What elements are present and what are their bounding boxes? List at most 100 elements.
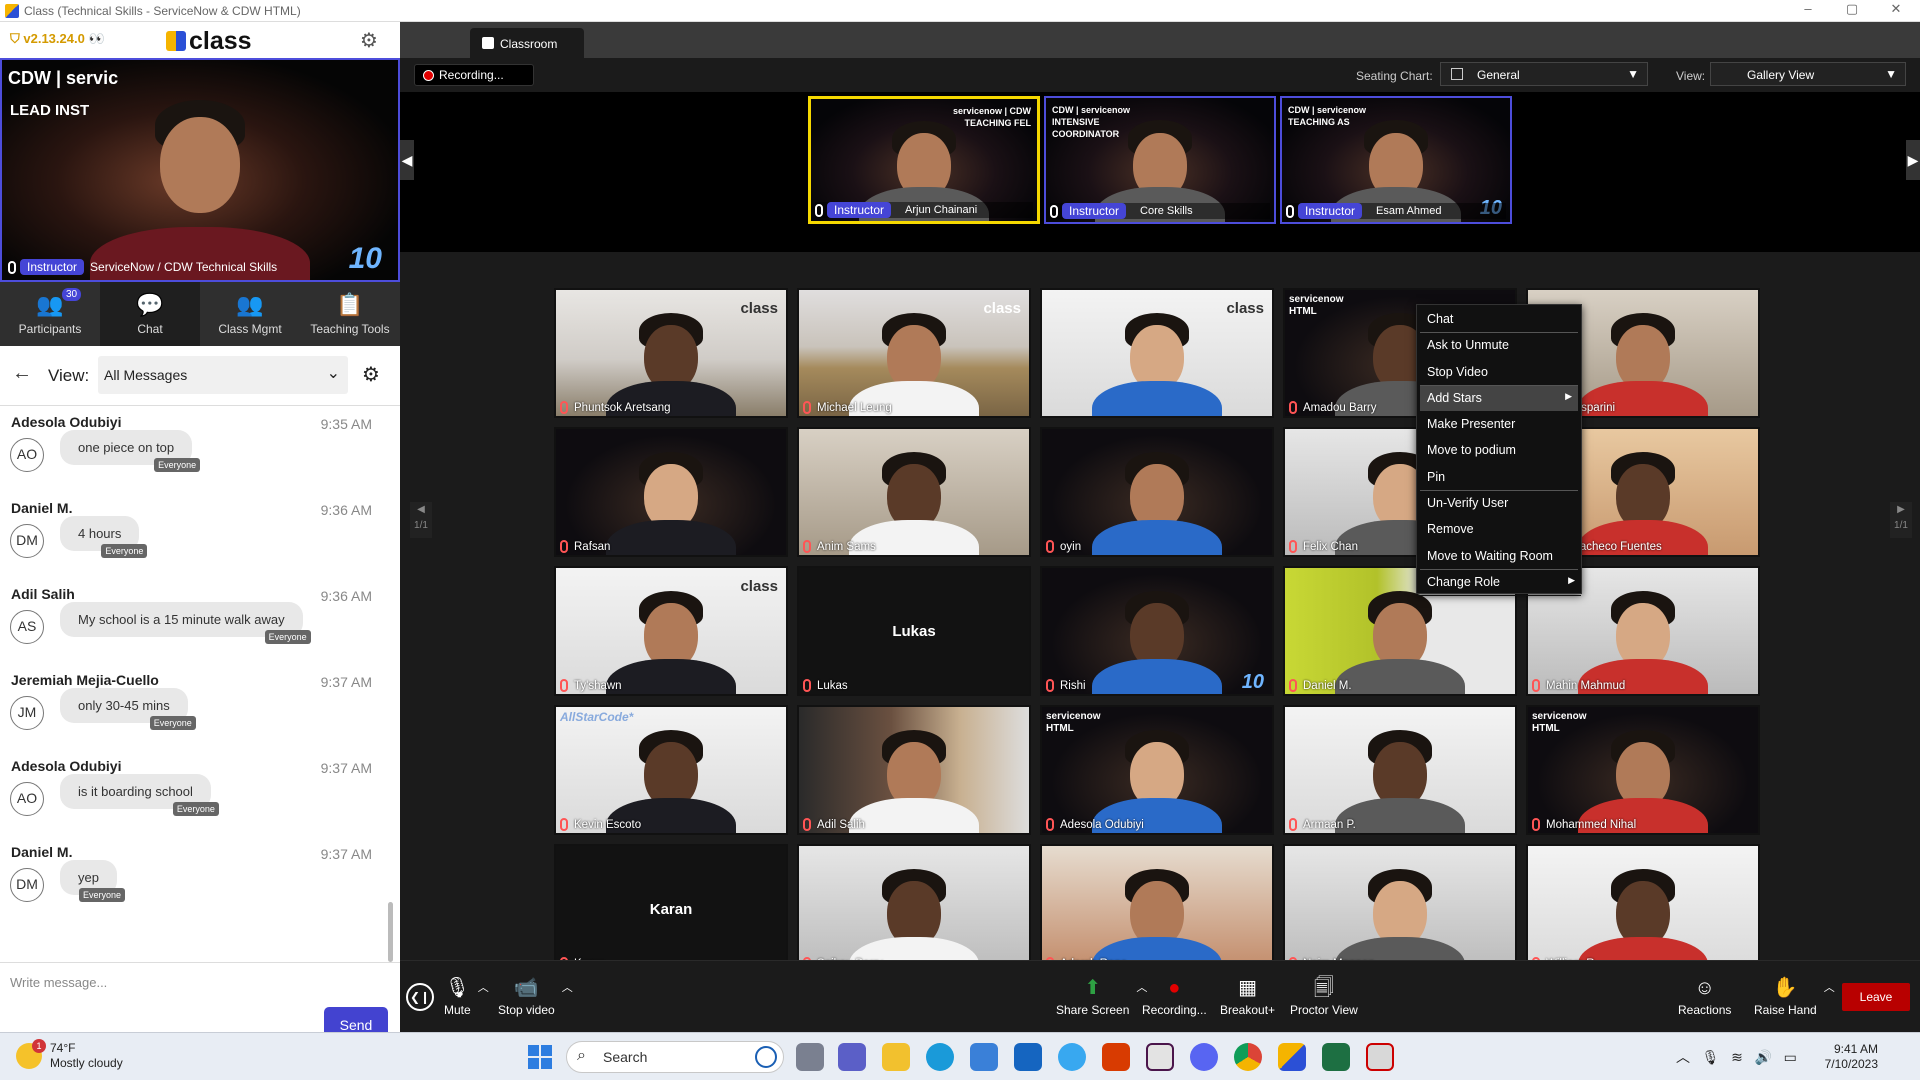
podium-video-tile[interactable]: CDW | servicenow INTENSIVE COORDINATOR In… xyxy=(1044,96,1276,224)
podium-prev-arrow[interactable]: ◀ xyxy=(400,140,414,180)
chevron-up-icon[interactable]: ︿ xyxy=(562,979,573,995)
gallery-prev-page[interactable]: ◀ 1/1 xyxy=(410,502,432,538)
chevron-up-icon[interactable]: ︿ xyxy=(1824,979,1835,995)
excel-icon[interactable] xyxy=(1322,1043,1350,1071)
discord-icon[interactable] xyxy=(1190,1043,1218,1071)
class-app-icon[interactable] xyxy=(1278,1043,1306,1071)
recording-indicator[interactable]: Recording... xyxy=(414,64,534,86)
participant-tile[interactable]: Naim Mannan xyxy=(1283,844,1517,974)
back-arrow-icon[interactable]: ← xyxy=(12,362,32,385)
chevron-up-icon[interactable]: ︿ xyxy=(478,979,489,995)
context-menu-item-un-verify-user[interactable]: Un-Verify User xyxy=(1417,491,1581,518)
participant-tile[interactable]: AllStarCode* Kevin Escoto xyxy=(554,705,788,835)
settings-gear-icon[interactable]: ⚙ xyxy=(360,28,378,53)
context-menu-item-move-to-podium[interactable]: Move to podium xyxy=(1417,438,1581,465)
stop-video-button[interactable]: 📹 Stop video ︿ xyxy=(498,977,573,1017)
participant-tile[interactable]: class Michael Leung xyxy=(797,288,1031,418)
leave-button[interactable]: Leave xyxy=(1842,983,1910,1011)
chat-scrollbar[interactable] xyxy=(388,902,393,962)
file-explorer-icon[interactable] xyxy=(882,1043,910,1071)
task-view-icon[interactable] xyxy=(796,1043,824,1071)
participant-tile[interactable]: oyin xyxy=(1040,427,1274,557)
context-menu-item-stop-video[interactable]: Stop Video xyxy=(1420,360,1578,386)
office-icon[interactable] xyxy=(1102,1043,1130,1071)
context-menu-item-make-presenter[interactable]: Make Presenter xyxy=(1417,412,1581,439)
collapse-panel-icon[interactable]: ❮❙ xyxy=(406,983,434,1011)
system-tray[interactable]: ︿ 🎙 ≋ 🔊 ▭ xyxy=(1676,1047,1797,1067)
share-screen-button[interactable]: ⬆ Share Screen ︿ xyxy=(1056,977,1147,1017)
tab-teaching-tools[interactable]: 📋 Teaching Tools xyxy=(300,282,400,346)
weather-widget[interactable]: 1 74°F Mostly cloudy xyxy=(16,1039,123,1071)
maximize-button[interactable]: ▢ xyxy=(1830,1,1874,21)
context-menu-item-change-role[interactable]: Change Role ▶ xyxy=(1417,570,1581,597)
participant-tile[interactable]: Adil Salih xyxy=(797,705,1031,835)
participant-tile[interactable]: Lukas Lukas xyxy=(797,566,1031,696)
avatar[interactable]: DM xyxy=(10,524,44,558)
close-button[interactable]: ✕ xyxy=(1874,1,1918,21)
windows-start-icon[interactable] xyxy=(528,1045,552,1069)
taskbar-clock[interactable]: 9:41 AM 7/10/2023 xyxy=(1818,1042,1878,1072)
view-mode-select[interactable]: Gallery View ▼ xyxy=(1710,62,1906,86)
checkbox[interactable] xyxy=(1451,68,1463,80)
chat-settings-gear-icon[interactable]: ⚙ xyxy=(362,362,380,387)
podium-video-tile[interactable]: servicenow | CDW TEACHING FEL Instructor A… xyxy=(808,96,1040,224)
participant-tile[interactable]: 10 Rishi xyxy=(1040,566,1274,696)
participant-tile[interactable]: William R xyxy=(1526,844,1760,974)
tab-chat[interactable]: 💬 Chat xyxy=(100,282,200,346)
gallery-next-page[interactable]: ▶ 1/1 xyxy=(1890,502,1912,538)
taskbar-search[interactable]: ⌕ Search xyxy=(566,1041,784,1073)
participant-tile[interactable]: KaranKaran xyxy=(554,844,788,974)
recording-button[interactable]: ● Recording... xyxy=(1142,977,1207,1017)
podium-next-arrow[interactable]: ▶ xyxy=(1906,140,1920,180)
tab-classroom[interactable]: Classroom xyxy=(470,28,584,58)
participant-tile[interactable]: Adarsh Rana xyxy=(1040,844,1274,974)
chat-view-select[interactable]: All Messages ⌄ xyxy=(98,356,348,394)
podium-video-tile[interactable]: CDW | servicenow TEACHING AS10Instructor… xyxy=(1280,96,1512,224)
teams-icon[interactable] xyxy=(838,1043,866,1071)
context-menu-item-remove[interactable]: Remove xyxy=(1417,517,1581,544)
proctor-view-button[interactable]: 🗐 Proctor View xyxy=(1290,977,1358,1017)
context-menu-item-chat[interactable]: Chat xyxy=(1420,307,1578,334)
participant-tile[interactable]: class Phuntsok Aretsang xyxy=(554,288,788,418)
context-menu-item-add-stars[interactable]: Add Stars ▶ xyxy=(1420,385,1578,413)
lead-instructor-video[interactable]: CDW | servic LEAD INST 10 Instructor Ser… xyxy=(0,58,400,282)
context-menu-item-move-to-waiting-room[interactable]: Move to Waiting Room xyxy=(1420,544,1578,570)
raise-hand-button[interactable]: ✋ Raise Hand ︿ xyxy=(1754,977,1835,1017)
tab-class-mgmt[interactable]: 👥 Class Mgmt xyxy=(200,282,300,346)
chrome-icon[interactable] xyxy=(1234,1043,1262,1071)
reactions-button[interactable]: ☺ Reactions xyxy=(1678,977,1731,1017)
avatar[interactable]: AS xyxy=(10,610,44,644)
participant-tile[interactable]: servicenow HTML Mohammed Nihal xyxy=(1526,705,1760,835)
participant-tile[interactable]: servicenow HTML Adesola Odubiyi xyxy=(1040,705,1274,835)
message-bubble[interactable]: is it boarding school Everyone xyxy=(60,774,219,816)
avatar[interactable]: AO xyxy=(10,782,44,816)
participant-tile[interactable]: class Ty'shawn xyxy=(554,566,788,696)
slack-icon[interactable] xyxy=(1146,1043,1174,1071)
help-icon[interactable] xyxy=(1058,1043,1086,1071)
participant-tile[interactable]: Rafsan xyxy=(554,427,788,557)
message-input[interactable]: Write message... xyxy=(10,975,107,990)
message-bubble[interactable]: only 30-45 mins Everyone xyxy=(60,688,196,730)
context-menu-item-ask-to-unmute[interactable]: Ask to Unmute xyxy=(1417,333,1581,360)
message-bubble[interactable]: yep Everyone xyxy=(60,860,125,902)
app-icon-mhp[interactable] xyxy=(1014,1043,1042,1071)
minimize-button[interactable]: – xyxy=(1786,1,1830,21)
avatar[interactable]: DM xyxy=(10,868,44,902)
avatar[interactable]: JM xyxy=(10,696,44,730)
participant-tile[interactable]: class xyxy=(1040,288,1274,418)
snipping-tool-icon[interactable] xyxy=(1366,1043,1394,1071)
edge-icon[interactable] xyxy=(926,1043,954,1071)
mute-button[interactable]: 🎙 Mute ︿ xyxy=(444,977,489,1017)
message-bubble[interactable]: one piece on top Everyone xyxy=(60,430,201,472)
message-bubble[interactable]: 4 hours Everyone xyxy=(60,516,148,558)
store-icon[interactable] xyxy=(970,1043,998,1071)
breakout-button[interactable]: ▦ Breakout+ xyxy=(1220,977,1275,1017)
message-bubble[interactable]: My school is a 15 minute walk away Everyo… xyxy=(60,602,311,644)
tab-participants[interactable]: 👥 30 Participants xyxy=(0,282,100,346)
participant-tile[interactable]: Armaan P. xyxy=(1283,705,1517,835)
participant-tile[interactable]: Saikou Barry xyxy=(797,844,1031,974)
avatar[interactable]: AO xyxy=(10,438,44,472)
participant-tile[interactable]: Anim Sams xyxy=(797,427,1031,557)
context-menu-item-pin[interactable]: Pin xyxy=(1420,465,1578,492)
seating-chart-select[interactable]: General ▼ xyxy=(1440,62,1648,86)
